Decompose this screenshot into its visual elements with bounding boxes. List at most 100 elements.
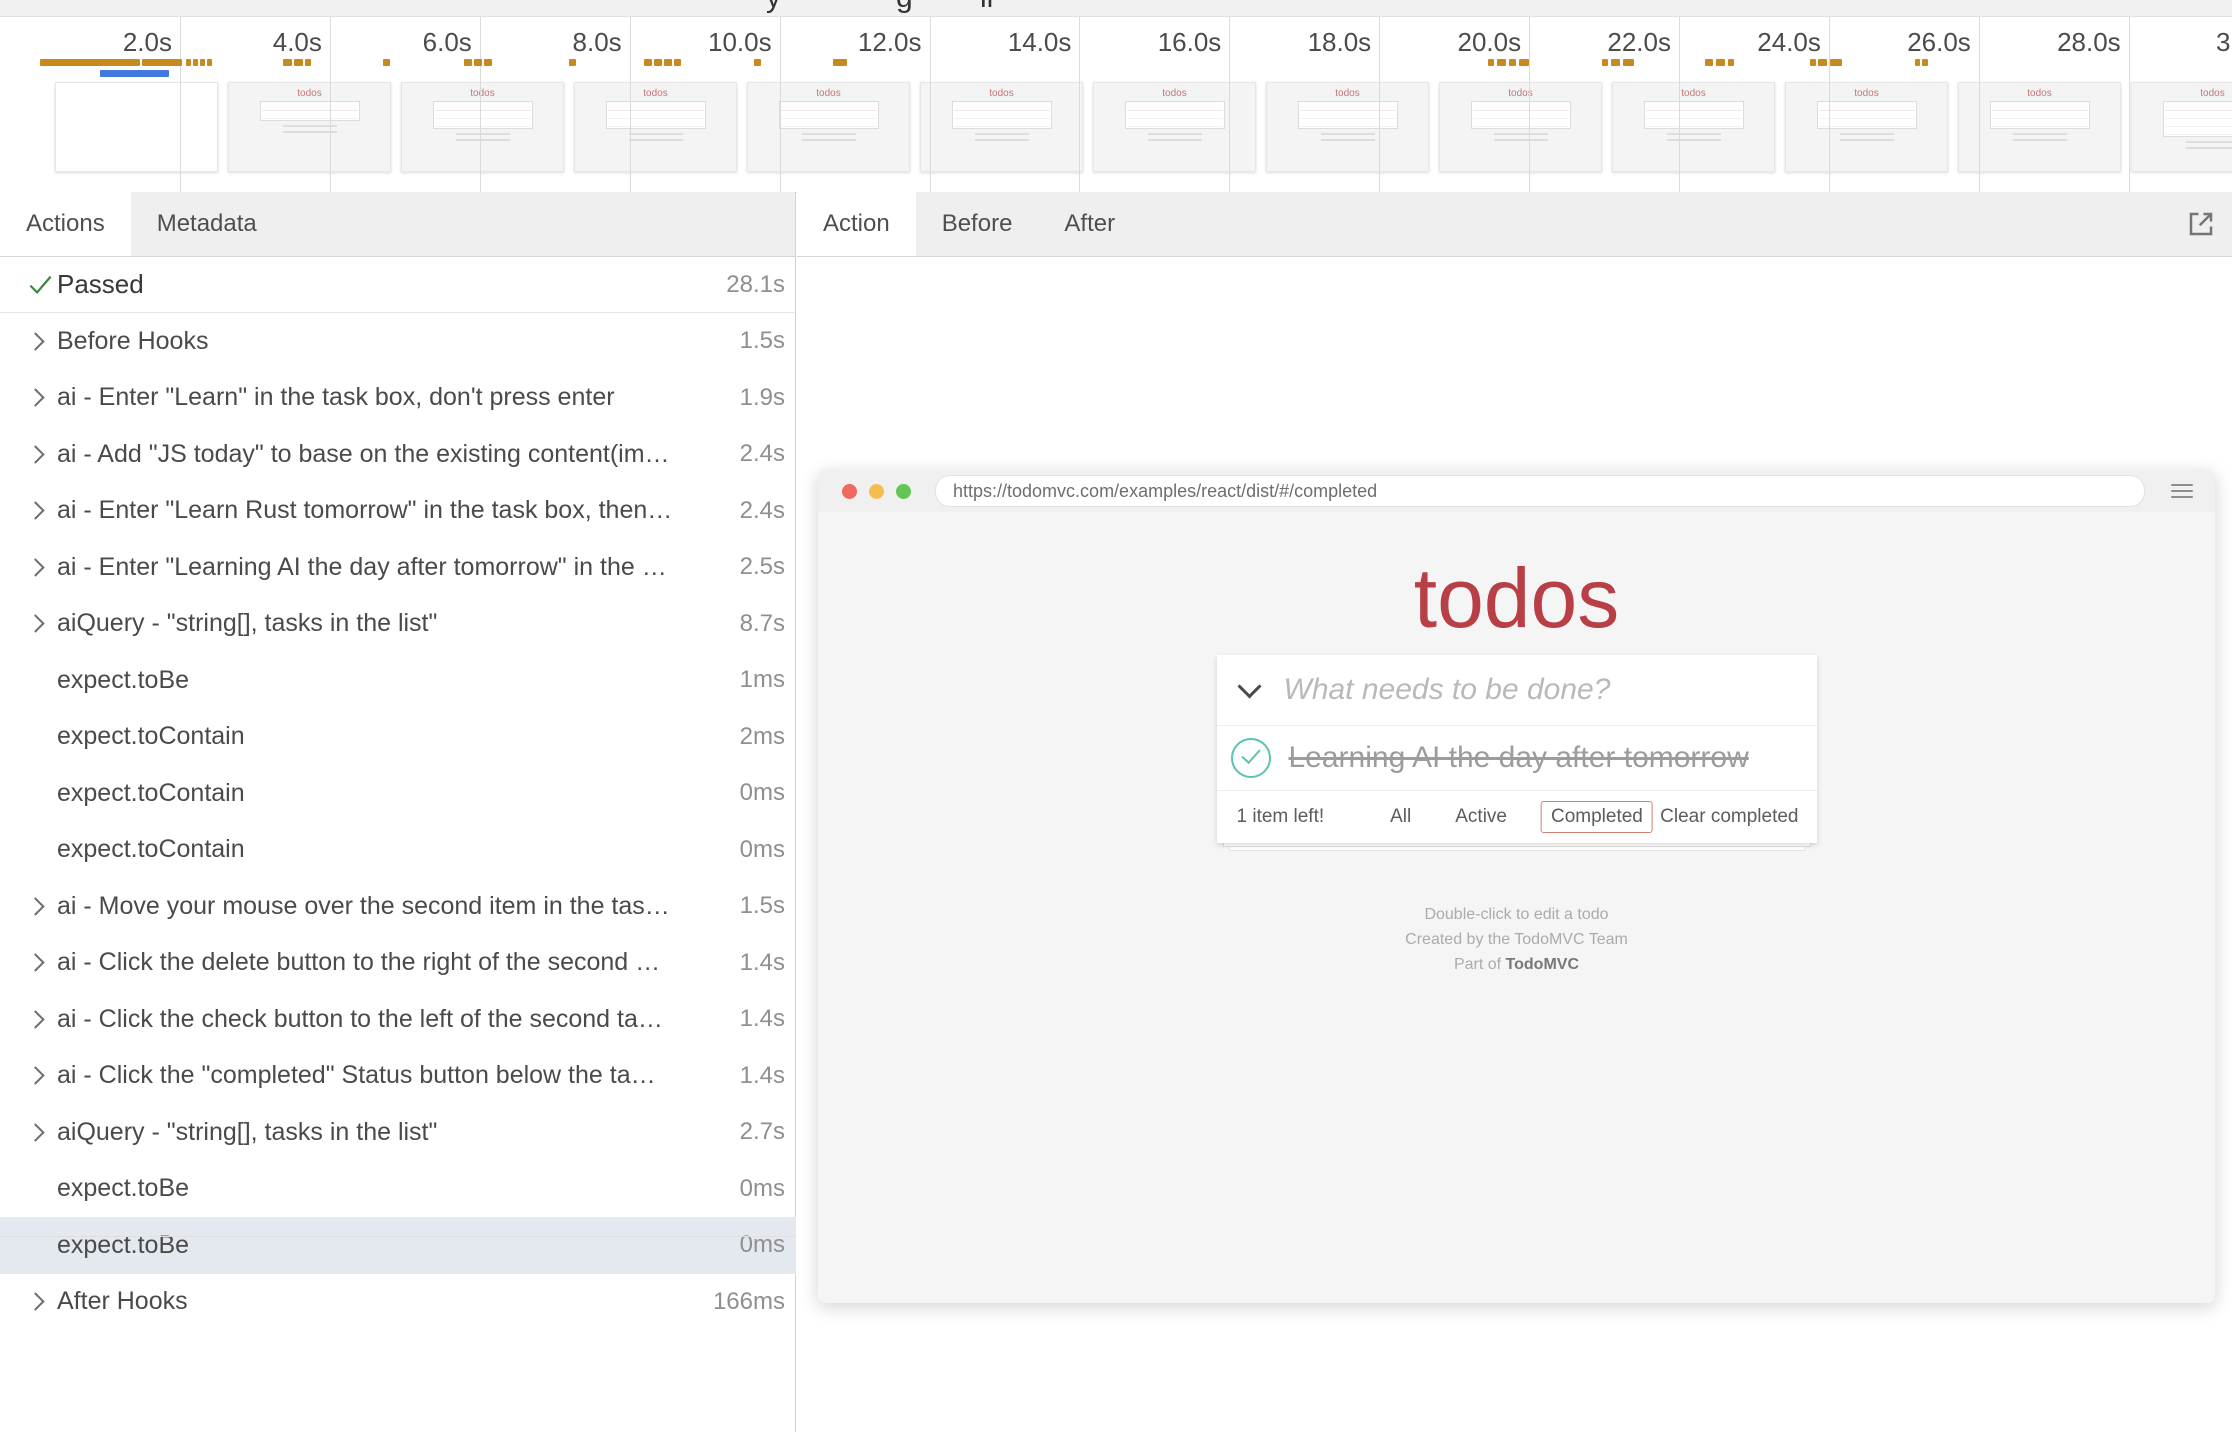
chevron-right-icon[interactable] (27, 1069, 57, 1082)
traffic-light-green-icon (896, 484, 911, 499)
timeline-tick-label: 6.0s (372, 27, 472, 58)
passed-check-icon (27, 271, 57, 298)
tab-after[interactable]: After (1038, 192, 1141, 256)
tab-metadata[interactable]: Metadata (131, 192, 283, 256)
thumbnail-todos-title: todos (575, 88, 736, 99)
timeline-action-mark (1716, 59, 1725, 66)
action-row[interactable]: After Hooks166ms (0, 1274, 796, 1331)
timeline-action-mark (1602, 59, 1608, 66)
filter-group: All Active Completed (1380, 801, 1653, 833)
timeline-action-mark (833, 59, 847, 66)
timeline[interactable]: 3 2.0s4.0s6.0s8.0s10.0s12.0s14.0s16.0s18… (0, 17, 2232, 193)
chevron-right-icon[interactable] (27, 900, 57, 913)
action-row[interactable]: ai - Click the check button to the left … (0, 991, 796, 1048)
toggle-all-chevron-down-icon[interactable] (1237, 675, 1261, 699)
address-bar[interactable]: https://todomvc.com/examples/react/dist/… (935, 475, 2145, 507)
action-row[interactable]: ai - Move your mouse over the second ite… (0, 878, 796, 935)
action-row[interactable]: ai - Enter "Learning AI the day after to… (0, 539, 796, 596)
film-strip-thumbnail[interactable]: todos (1612, 82, 1775, 172)
timeline-gridline (780, 17, 781, 192)
timeline-tick-label: 18.0s (1271, 27, 1371, 58)
film-strip-thumbnail[interactable]: todos (1439, 82, 1602, 172)
timeline-tick-label: 3 (2216, 27, 2230, 58)
chevron-right-icon[interactable] (27, 504, 57, 517)
action-duration: 2.4s (740, 497, 785, 525)
traffic-light-yellow-icon (869, 484, 884, 499)
action-label: ai - Enter "Learning AI the day after to… (57, 553, 730, 582)
film-strip-thumbnail[interactable]: todos (574, 82, 737, 172)
new-todo-input[interactable]: What needs to be done? (1284, 673, 1611, 707)
chevron-right-icon[interactable] (27, 617, 57, 630)
film-strip-thumbnail[interactable]: todos (920, 82, 1083, 172)
filter-completed[interactable]: Completed (1541, 801, 1653, 833)
action-row[interactable]: expect.toContain0ms (0, 822, 796, 879)
clear-completed-button[interactable]: Clear completed (1660, 806, 1798, 828)
timeline-tick-label: 4.0s (222, 27, 322, 58)
chevron-right-icon[interactable] (27, 391, 57, 404)
tab-before[interactable]: Before (916, 192, 1039, 256)
film-strip-thumbnail[interactable]: todos (1785, 82, 1948, 172)
timeline-tick-label: 10.0s (672, 27, 772, 58)
action-row[interactable]: expect.toBe0ms (0, 1161, 796, 1218)
action-duration: 0ms (740, 1175, 785, 1203)
tab-action[interactable]: Action (797, 192, 916, 256)
chevron-right-icon[interactable] (27, 448, 57, 461)
timeline-action-mark (1915, 59, 1920, 66)
timeline-tick-label: 28.0s (2021, 27, 2121, 58)
chevron-right-icon[interactable] (27, 956, 57, 969)
todo-app-title: todos (818, 550, 2215, 647)
action-row[interactable]: ai - Click the "completed" Status button… (0, 1048, 796, 1105)
open-snapshot-external-icon[interactable] (2186, 209, 2216, 239)
thumbnail-todos-title: todos (1267, 88, 1428, 99)
chevron-right-icon[interactable] (27, 1126, 57, 1139)
action-row[interactable]: ai - Add "JS today" to base on the exist… (0, 426, 796, 483)
chevron-right-icon[interactable] (27, 1013, 57, 1026)
actions-panel: Actions Metadata Passed28.1sBefore Hooks… (0, 192, 796, 1432)
todo-toggle-checked-icon[interactable] (1231, 738, 1271, 778)
timeline-tick-label: 14.0s (971, 27, 1071, 58)
action-duration: 2.4s (740, 440, 785, 468)
action-label: ai - Enter "Learn" in the task box, don'… (57, 383, 730, 412)
action-label: aiQuery - "string[], tasks in the list" (57, 1118, 730, 1147)
action-row[interactable]: ai - Enter "Learn" in the task box, don'… (0, 370, 796, 427)
action-row[interactable]: aiQuery - "string[], tasks in the list"2… (0, 1104, 796, 1161)
action-row[interactable]: expect.toContain2ms (0, 709, 796, 766)
test-status-row[interactable]: Passed28.1s (0, 257, 796, 313)
items-left-count: 1 item left! (1237, 806, 1325, 828)
chevron-right-icon[interactable] (27, 335, 57, 348)
action-row[interactable]: ai - Click the delete button to the righ… (0, 935, 796, 992)
timeline-gridline (1379, 17, 1380, 192)
chevron-right-icon[interactable] (27, 1295, 57, 1308)
action-row[interactable]: expect.toBe1ms (0, 652, 796, 709)
tab-actions[interactable]: Actions (0, 192, 131, 256)
action-row[interactable]: expect.toBe0ms (0, 1217, 796, 1274)
action-label: aiQuery - "string[], tasks in the list" (57, 609, 730, 638)
filter-active[interactable]: Active (1445, 801, 1517, 833)
timeline-tick-label: 2.0s (72, 27, 172, 58)
filter-all[interactable]: All (1380, 801, 1421, 833)
action-label: Before Hooks (57, 327, 730, 356)
film-strip-thumbnail[interactable]: todos (1093, 82, 1256, 172)
film-strip-thumbnail[interactable]: todos (2131, 82, 2232, 172)
thumbnail-todos-title: todos (748, 88, 909, 99)
action-duration: 8.7s (740, 610, 785, 638)
film-strip-thumbnail[interactable]: todos (1266, 82, 1429, 172)
thumbnail-todos-title: todos (402, 88, 563, 99)
film-strip-thumbnail[interactable] (55, 82, 218, 172)
action-row[interactable]: expect.toContain0ms (0, 765, 796, 822)
thumbnail-todos-title: todos (229, 88, 390, 99)
action-row[interactable]: ai - Enter "Learn Rust tomorrow" in the … (0, 483, 796, 540)
action-row[interactable]: Before Hooks1.5s (0, 313, 796, 370)
film-strip-thumbnail[interactable]: todos (401, 82, 564, 172)
action-duration: 2ms (740, 723, 785, 751)
todo-item-label[interactable]: Learning AI the day after tomorrow (1289, 741, 1749, 775)
chevron-right-icon[interactable] (27, 561, 57, 574)
timeline-tick-label: 24.0s (1721, 27, 1821, 58)
timeline-action-mark (484, 59, 492, 66)
film-strip-thumbnail[interactable]: todos (1958, 82, 2121, 172)
timeline-action-mark (193, 59, 198, 66)
film-strip-thumbnail[interactable]: todos (747, 82, 910, 172)
action-row[interactable]: aiQuery - "string[], tasks in the list" 8… (0, 596, 796, 653)
film-strip-thumbnail[interactable]: todos (228, 82, 391, 172)
timeline-action-mark (186, 59, 191, 66)
